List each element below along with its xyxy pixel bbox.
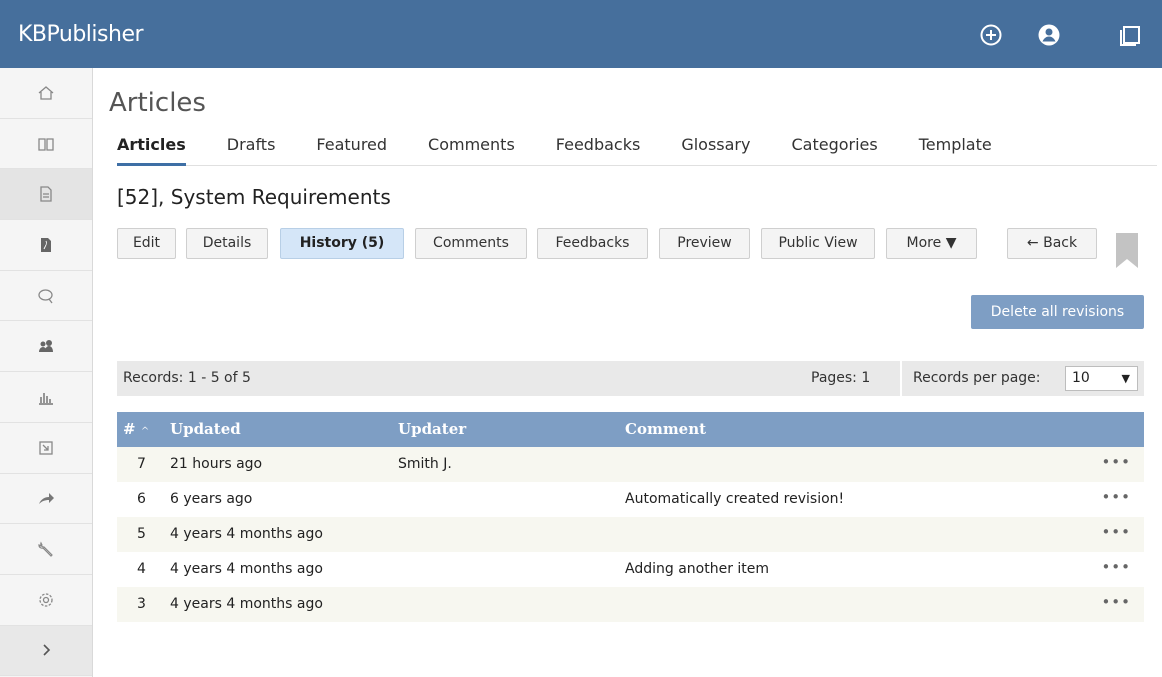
- sidebar-item-home[interactable]: [0, 68, 92, 119]
- bookmark-icon[interactable]: [1116, 233, 1138, 268]
- feedbacks-button[interactable]: Feedbacks: [537, 228, 648, 259]
- sidebar-item-users[interactable]: [0, 321, 92, 373]
- pages-count: Pages: 1: [811, 370, 871, 386]
- gear-icon: [39, 593, 53, 607]
- sidebar-item-knowledgebase[interactable]: [0, 119, 92, 170]
- records-per-page-value: 10: [1072, 370, 1090, 386]
- history-button[interactable]: History (5): [280, 228, 404, 259]
- tab-articles[interactable]: Articles: [117, 132, 186, 166]
- table-row[interactable]: 6 6 years ago Automatically created revi…: [117, 482, 1144, 517]
- row-comment: Automatically created revision!: [625, 491, 845, 507]
- records-per-page-bar: Records per page: 10 ▼: [902, 361, 1144, 396]
- bar-chart-icon: [39, 392, 53, 405]
- row-number: 7: [137, 456, 146, 472]
- delete-all-revisions-button[interactable]: Delete all revisions: [971, 295, 1144, 329]
- tab-template[interactable]: Template: [919, 132, 992, 166]
- row-updated: 4 years 4 months ago: [170, 561, 323, 577]
- row-menu-icon[interactable]: •••: [1101, 558, 1131, 576]
- column-header-number[interactable]: # ^: [123, 420, 149, 438]
- row-updater: Smith J.: [398, 456, 452, 472]
- sidebar-item-files[interactable]: [0, 220, 92, 271]
- main-content: Articles Articles Drafts Featured Commen…: [93, 68, 1162, 677]
- book-icon: [38, 137, 54, 151]
- sidebar-expand-button[interactable]: [0, 625, 92, 677]
- table-row[interactable]: 7 21 hours ago Smith J. •••: [117, 447, 1144, 482]
- records-count: Records: 1 - 5 of 5: [123, 370, 251, 386]
- sidebar-item-feedback[interactable]: [0, 271, 92, 322]
- article-title: [52], System Requirements: [117, 185, 391, 209]
- sidebar-item-settings[interactable]: [0, 575, 92, 626]
- public-view-button[interactable]: Public View: [761, 228, 875, 259]
- column-header-updated[interactable]: Updated: [170, 420, 241, 438]
- back-button[interactable]: ← Back: [1007, 228, 1097, 259]
- import-icon: [39, 441, 53, 455]
- table-row[interactable]: 3 4 years 4 months ago •••: [117, 587, 1144, 622]
- more-dropdown-button[interactable]: More ▼: [886, 228, 977, 259]
- row-number: 3: [137, 596, 146, 612]
- plus-circle-icon[interactable]: [978, 22, 1004, 48]
- column-header-updater[interactable]: Updater: [398, 420, 466, 438]
- document-icon: [40, 186, 52, 202]
- share-arrow-icon: [39, 493, 54, 505]
- tab-drafts[interactable]: Drafts: [227, 132, 276, 166]
- row-menu-icon[interactable]: •••: [1101, 593, 1131, 611]
- row-updated: 21 hours ago: [170, 456, 263, 472]
- tab-featured[interactable]: Featured: [316, 132, 387, 166]
- sidebar-item-reports[interactable]: [0, 372, 92, 423]
- chevron-right-icon: [43, 644, 51, 656]
- row-updated: 4 years 4 months ago: [170, 526, 323, 542]
- tab-feedbacks[interactable]: Feedbacks: [556, 132, 641, 166]
- row-number: 6: [137, 491, 146, 507]
- records-per-page-select[interactable]: 10 ▼: [1065, 366, 1138, 391]
- user-circle-icon[interactable]: [1036, 22, 1062, 48]
- wrench-icon: [38, 541, 53, 557]
- preview-button[interactable]: Preview: [659, 228, 750, 259]
- sort-arrow-icon: ^: [140, 426, 150, 437]
- chat-icon: [38, 288, 53, 303]
- users-icon: [39, 340, 53, 353]
- row-comment: Adding another item: [625, 561, 770, 577]
- records-per-page-label: Records per page:: [913, 370, 1041, 386]
- column-header-number-label: #: [123, 420, 136, 438]
- sidebar-item-articles[interactable]: [0, 169, 92, 221]
- sidebar-item-tools[interactable]: [0, 524, 92, 575]
- edit-button[interactable]: Edit: [117, 228, 176, 259]
- tab-categories[interactable]: Categories: [791, 132, 877, 166]
- page-title: Articles: [109, 88, 206, 118]
- row-updated: 4 years 4 months ago: [170, 596, 323, 612]
- tab-glossary[interactable]: Glossary: [681, 132, 750, 166]
- table-header: # ^ Updated Updater Comment: [117, 412, 1144, 447]
- sidebar-item-import[interactable]: [0, 423, 92, 474]
- tab-comments[interactable]: Comments: [428, 132, 515, 166]
- row-updated: 6 years ago: [170, 491, 253, 507]
- records-summary-bar: Records: 1 - 5 of 5 Pages: 1: [117, 361, 900, 396]
- sidebar: [0, 68, 93, 677]
- home-icon: [38, 85, 54, 100]
- tab-bar: Articles Drafts Featured Comments Feedba…: [117, 132, 1157, 166]
- top-bar: KBPublisher: [0, 0, 1162, 68]
- details-button[interactable]: Details: [186, 228, 268, 259]
- app-brand[interactable]: KBPublisher: [18, 22, 144, 47]
- comments-button[interactable]: Comments: [415, 228, 527, 259]
- column-header-comment[interactable]: Comment: [625, 420, 706, 438]
- window-icon[interactable]: [1118, 22, 1144, 48]
- row-menu-icon[interactable]: •••: [1101, 453, 1131, 471]
- table-row[interactable]: 5 4 years 4 months ago •••: [117, 517, 1144, 552]
- table-row[interactable]: 4 4 years 4 months ago Adding another it…: [117, 552, 1144, 587]
- pdf-file-icon: [41, 237, 51, 252]
- row-number: 5: [137, 526, 146, 542]
- row-menu-icon[interactable]: •••: [1101, 488, 1131, 506]
- chevron-down-icon: ▼: [1121, 372, 1130, 385]
- row-number: 4: [137, 561, 146, 577]
- sidebar-item-export[interactable]: [0, 474, 92, 525]
- row-menu-icon[interactable]: •••: [1101, 523, 1131, 541]
